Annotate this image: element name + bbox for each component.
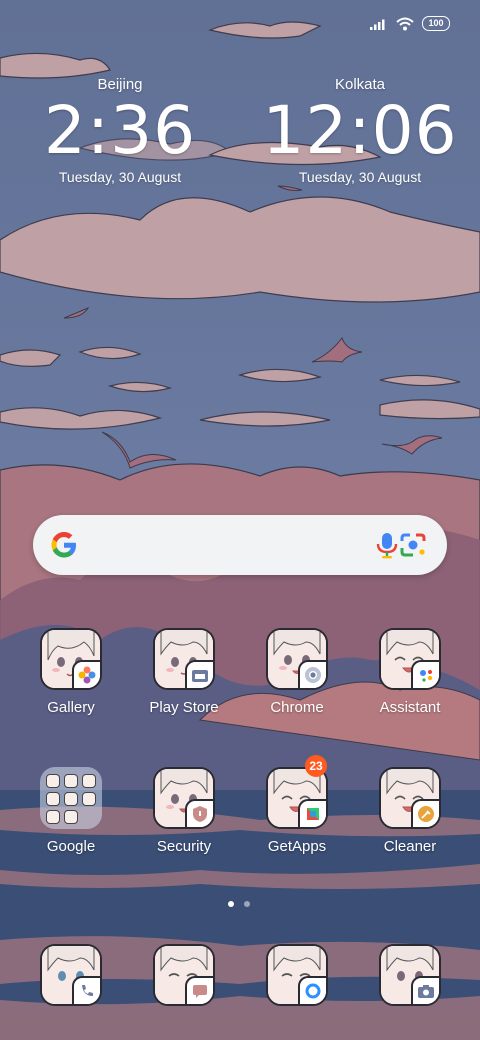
clock-time: 2:36 xyxy=(43,92,197,169)
dock-messages[interactable] xyxy=(129,944,239,1006)
app-label: Cleaner xyxy=(383,838,437,855)
notification-badge: 23 xyxy=(305,755,327,777)
app-gallery[interactable]: Gallery xyxy=(16,628,126,716)
broom-icon xyxy=(411,799,439,827)
clock-date: Tuesday, 30 August xyxy=(298,169,422,185)
app-cleaner[interactable]: Cleaner xyxy=(355,767,465,855)
gallery-icon xyxy=(72,660,100,688)
folder-app-thumb xyxy=(82,792,96,806)
app-label: Chrome xyxy=(270,699,324,716)
app-label: Gallery xyxy=(47,699,95,716)
page-indicator xyxy=(228,901,250,907)
app-icon xyxy=(153,767,215,829)
app-label: Play Store xyxy=(149,699,219,716)
camera-icon xyxy=(411,976,439,1004)
phone-icon xyxy=(72,976,100,1004)
clock-city: Beijing xyxy=(97,76,143,93)
folder-app-thumb xyxy=(64,792,78,806)
clock-city: Kolkata xyxy=(334,76,386,93)
chrome-icon xyxy=(298,660,326,688)
status-bar: 100 xyxy=(370,16,450,31)
app-security[interactable]: Security xyxy=(129,767,239,855)
assistant-icon xyxy=(411,660,439,688)
app-label: GetApps xyxy=(267,838,327,855)
dock-camera[interactable] xyxy=(355,944,465,1006)
app-chrome[interactable]: Chrome xyxy=(242,628,352,716)
app-label: Security xyxy=(156,838,212,855)
app-assistant[interactable]: Assistant xyxy=(355,628,465,716)
messages-icon xyxy=(185,976,213,1004)
app-icon xyxy=(266,944,328,1006)
security-shield-icon xyxy=(185,799,213,827)
wifi-icon xyxy=(396,17,414,30)
clock-widget-kolkata[interactable]: Kolkata 12:06 Tuesday, 30 August xyxy=(260,76,460,185)
folder-icon xyxy=(40,767,102,829)
battery-icon: 100 xyxy=(422,16,450,31)
page-dot xyxy=(244,901,250,907)
dock-phone[interactable] xyxy=(16,944,126,1006)
app-icon xyxy=(379,944,441,1006)
app-icon xyxy=(379,628,441,690)
folder-app-thumb xyxy=(46,810,60,824)
app-play-store[interactable]: Play Store xyxy=(129,628,239,716)
app-icon xyxy=(40,944,102,1006)
signal-icon xyxy=(370,19,385,30)
clock-widget-beijing[interactable]: Beijing 2:36 Tuesday, 30 August xyxy=(20,76,220,185)
clock-time: 12:06 xyxy=(262,92,458,169)
folder-app-thumb xyxy=(46,774,60,788)
folder-app-thumb xyxy=(82,774,96,788)
microphone-icon[interactable] xyxy=(375,531,399,559)
dock-chat[interactable] xyxy=(242,944,352,1006)
google-search-bar[interactable] xyxy=(33,515,447,575)
app-getapps[interactable]: 23 GetApps xyxy=(242,755,352,855)
play-store-icon xyxy=(185,660,213,688)
chat-bubble-icon xyxy=(298,976,326,1004)
app-icon xyxy=(153,628,215,690)
app-icon xyxy=(40,628,102,690)
folder-app-thumb xyxy=(64,810,78,824)
app-icon xyxy=(266,628,328,690)
app-label: Google xyxy=(46,838,96,855)
folder-app-thumb xyxy=(64,774,78,788)
app-icon xyxy=(379,767,441,829)
clock-date: Tuesday, 30 August xyxy=(58,169,182,185)
page-dot-active xyxy=(228,901,234,907)
folder-google[interactable]: Google xyxy=(16,767,126,855)
google-logo-icon xyxy=(51,532,76,558)
app-icon xyxy=(153,944,215,1006)
app-label: Assistant xyxy=(379,699,441,716)
lens-icon[interactable] xyxy=(399,532,427,558)
folder-app-thumb xyxy=(46,792,60,806)
getapps-icon xyxy=(298,799,326,827)
